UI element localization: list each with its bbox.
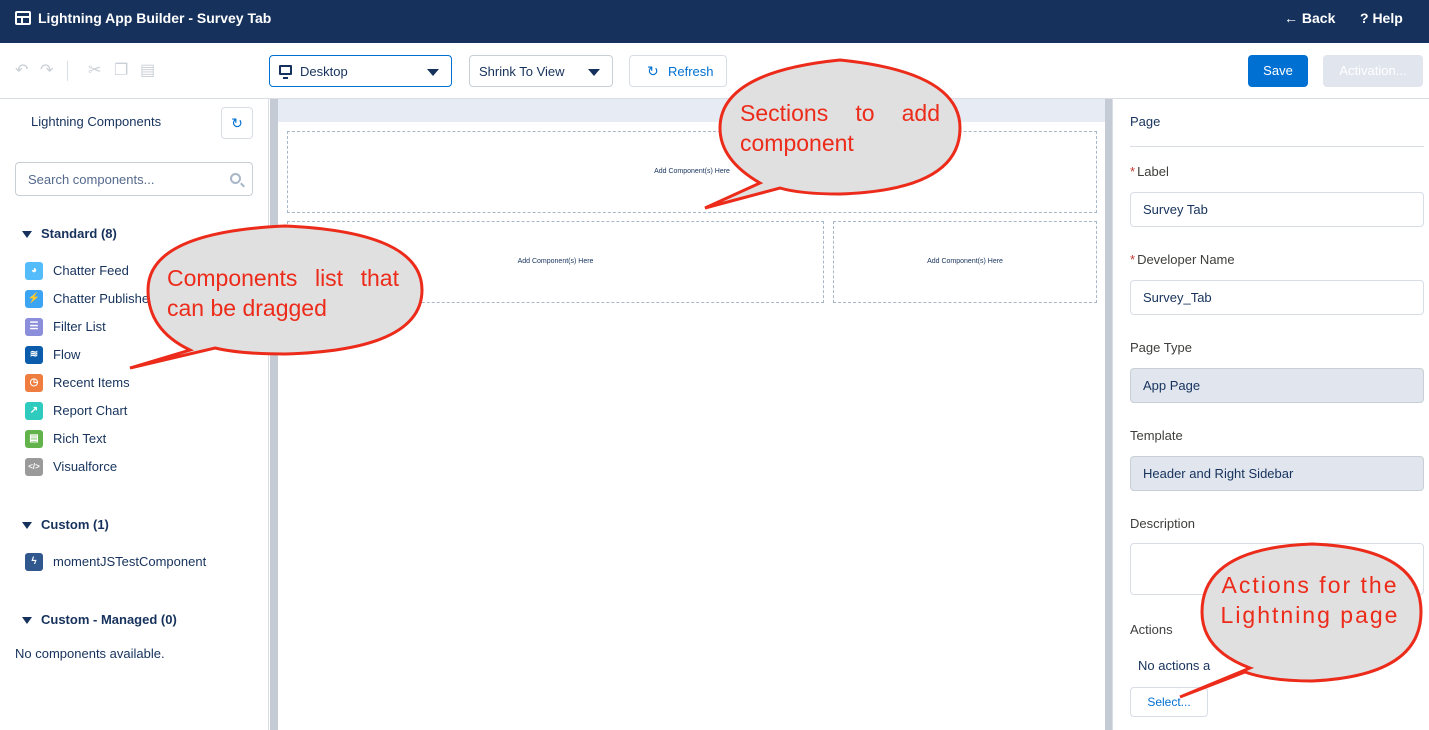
components-panel: Lightning Components ↻ Search components… <box>0 99 269 730</box>
component-label: Rich Text <box>53 431 107 446</box>
label-field-label: * Label <box>1130 164 1169 179</box>
refresh-button-label: Refresh <box>668 64 714 79</box>
rich-text-icon: ▤ <box>25 430 43 448</box>
app-builder-icon <box>15 11 31 25</box>
field-label-text: Developer Name <box>1137 252 1235 267</box>
template-field: Header and Right Sidebar <box>1130 456 1424 491</box>
select-actions-button[interactable]: Select... <box>1130 687 1208 717</box>
chevron-down-icon <box>588 69 600 76</box>
lightning-bolt-icon: ⚡ <box>25 290 43 308</box>
label-input[interactable]: Survey Tab <box>1130 192 1424 227</box>
component-label: Chatter Feed <box>53 263 129 278</box>
app-header: Lightning App Builder - Survey Tab ← Bac… <box>0 0 1429 43</box>
header-dropzone[interactable]: Add Component(s) Here <box>287 131 1097 213</box>
refresh-button[interactable]: ↻ Refresh <box>629 55 727 87</box>
section-header-custom-managed[interactable]: Custom - Managed (0) <box>22 612 177 627</box>
section-header-custom[interactable]: Custom (1) <box>22 517 109 532</box>
help-link[interactable]: ? Help <box>1360 10 1403 26</box>
cut-icon[interactable]: ✂ <box>88 63 101 79</box>
device-select[interactable]: Desktop <box>269 55 452 87</box>
chatter-feed-icon: ◕ <box>25 262 43 280</box>
callout-text-components: Components list that can be dragged <box>167 265 399 321</box>
section-title: Custom (1) <box>41 517 109 532</box>
refresh-icon: ↻ <box>231 115 243 131</box>
save-button[interactable]: Save <box>1248 55 1308 87</box>
template-value: Header and Right Sidebar <box>1143 466 1294 481</box>
section-header-standard[interactable]: Standard (8) <box>22 226 117 241</box>
chevron-down-icon <box>22 231 32 239</box>
template-field-label: Template <box>1130 428 1183 443</box>
list-icon: ☰ <box>25 318 43 336</box>
component-label: momentJSTestComponent <box>53 554 207 569</box>
component-label: Visualforce <box>53 459 118 474</box>
activation-button[interactable]: Activation... <box>1323 55 1423 87</box>
component-label: Flow <box>53 347 81 362</box>
page-type-value: App Page <box>1143 378 1201 393</box>
lightning-bolt-icon: ϟ <box>25 553 43 571</box>
panel-divider <box>1130 146 1424 147</box>
code-icon: </> <box>25 458 43 476</box>
toolbar-divider <box>67 61 68 81</box>
component-label: Filter List <box>53 319 106 334</box>
chart-icon: ↗ <box>25 402 43 420</box>
developer-name-value: Survey_Tab <box>1143 290 1212 305</box>
back-link[interactable]: ← Back <box>1284 10 1335 26</box>
chevron-down-icon <box>22 617 32 625</box>
view-select-value: Shrink To View <box>479 64 565 79</box>
callout-text-actions: Actions for the Lightning page <box>1220 572 1400 628</box>
monitor-icon <box>279 65 292 79</box>
actions-field-label: Actions <box>1130 622 1173 637</box>
properties-panel: Page * Label Survey Tab * Developer Name S… <box>1112 99 1429 730</box>
view-select[interactable]: Shrink To View <box>469 55 613 87</box>
search-placeholder: Search components... <box>28 172 155 187</box>
copy-icon[interactable]: ❐ <box>114 63 128 79</box>
field-label-text: Label <box>1137 164 1169 179</box>
clock-icon: ◷ <box>25 374 43 392</box>
canvas-header-band <box>278 99 1105 122</box>
refresh-icon: ↻ <box>647 63 659 79</box>
panel-title: Page <box>1130 114 1161 129</box>
page-type-field-label: Page Type <box>1130 340 1192 355</box>
description-field-label: Description <box>1130 516 1196 531</box>
required-marker: * <box>1130 164 1136 179</box>
component-label: Report Chart <box>53 403 128 418</box>
no-actions-text: No actions a <box>1138 658 1211 673</box>
section-title: Custom - Managed (0) <box>41 612 177 627</box>
device-select-value: Desktop <box>300 64 348 79</box>
section-title: Standard (8) <box>41 226 117 241</box>
window-title: Lightning App Builder - Survey Tab <box>38 10 272 26</box>
label-input-value: Survey Tab <box>1143 202 1208 217</box>
page-canvas: Add Component(s) Here Add Component(s) H… <box>278 99 1105 730</box>
callout-text-sections: Sections to add component <box>740 100 940 156</box>
components-heading: Lightning Components <box>31 114 162 129</box>
search-icon <box>230 173 241 184</box>
undo-icon[interactable]: ↶ <box>15 63 28 79</box>
dropzone-label: Add Component(s) Here <box>927 258 1003 265</box>
redo-icon[interactable]: ↷ <box>40 63 53 79</box>
developer-name-input[interactable]: Survey_Tab <box>1130 280 1424 315</box>
search-input[interactable]: Search components... <box>15 162 253 196</box>
refresh-components-button[interactable]: ↻ <box>221 107 253 139</box>
chevron-down-icon <box>427 69 439 76</box>
component-label: Chatter Publisher <box>53 291 154 306</box>
developer-name-field-label: * Developer Name <box>1130 252 1235 267</box>
flow-icon: ≋ <box>25 346 43 364</box>
page-type-field: App Page <box>1130 368 1424 403</box>
toolbar: ↶ ↷ ✂ ❐ ▤ Desktop Shrink To View ↻ Refre… <box>0 43 1429 99</box>
chevron-down-icon <box>22 522 32 530</box>
dropzone-label: Add Component(s) Here <box>654 168 730 175</box>
component-label: Recent Items <box>53 375 130 390</box>
sidebar-dropzone[interactable]: Add Component(s) Here <box>833 221 1097 303</box>
required-marker: * <box>1130 252 1136 267</box>
empty-message: No components available. <box>15 646 165 661</box>
paste-icon[interactable]: ▤ <box>140 63 155 79</box>
